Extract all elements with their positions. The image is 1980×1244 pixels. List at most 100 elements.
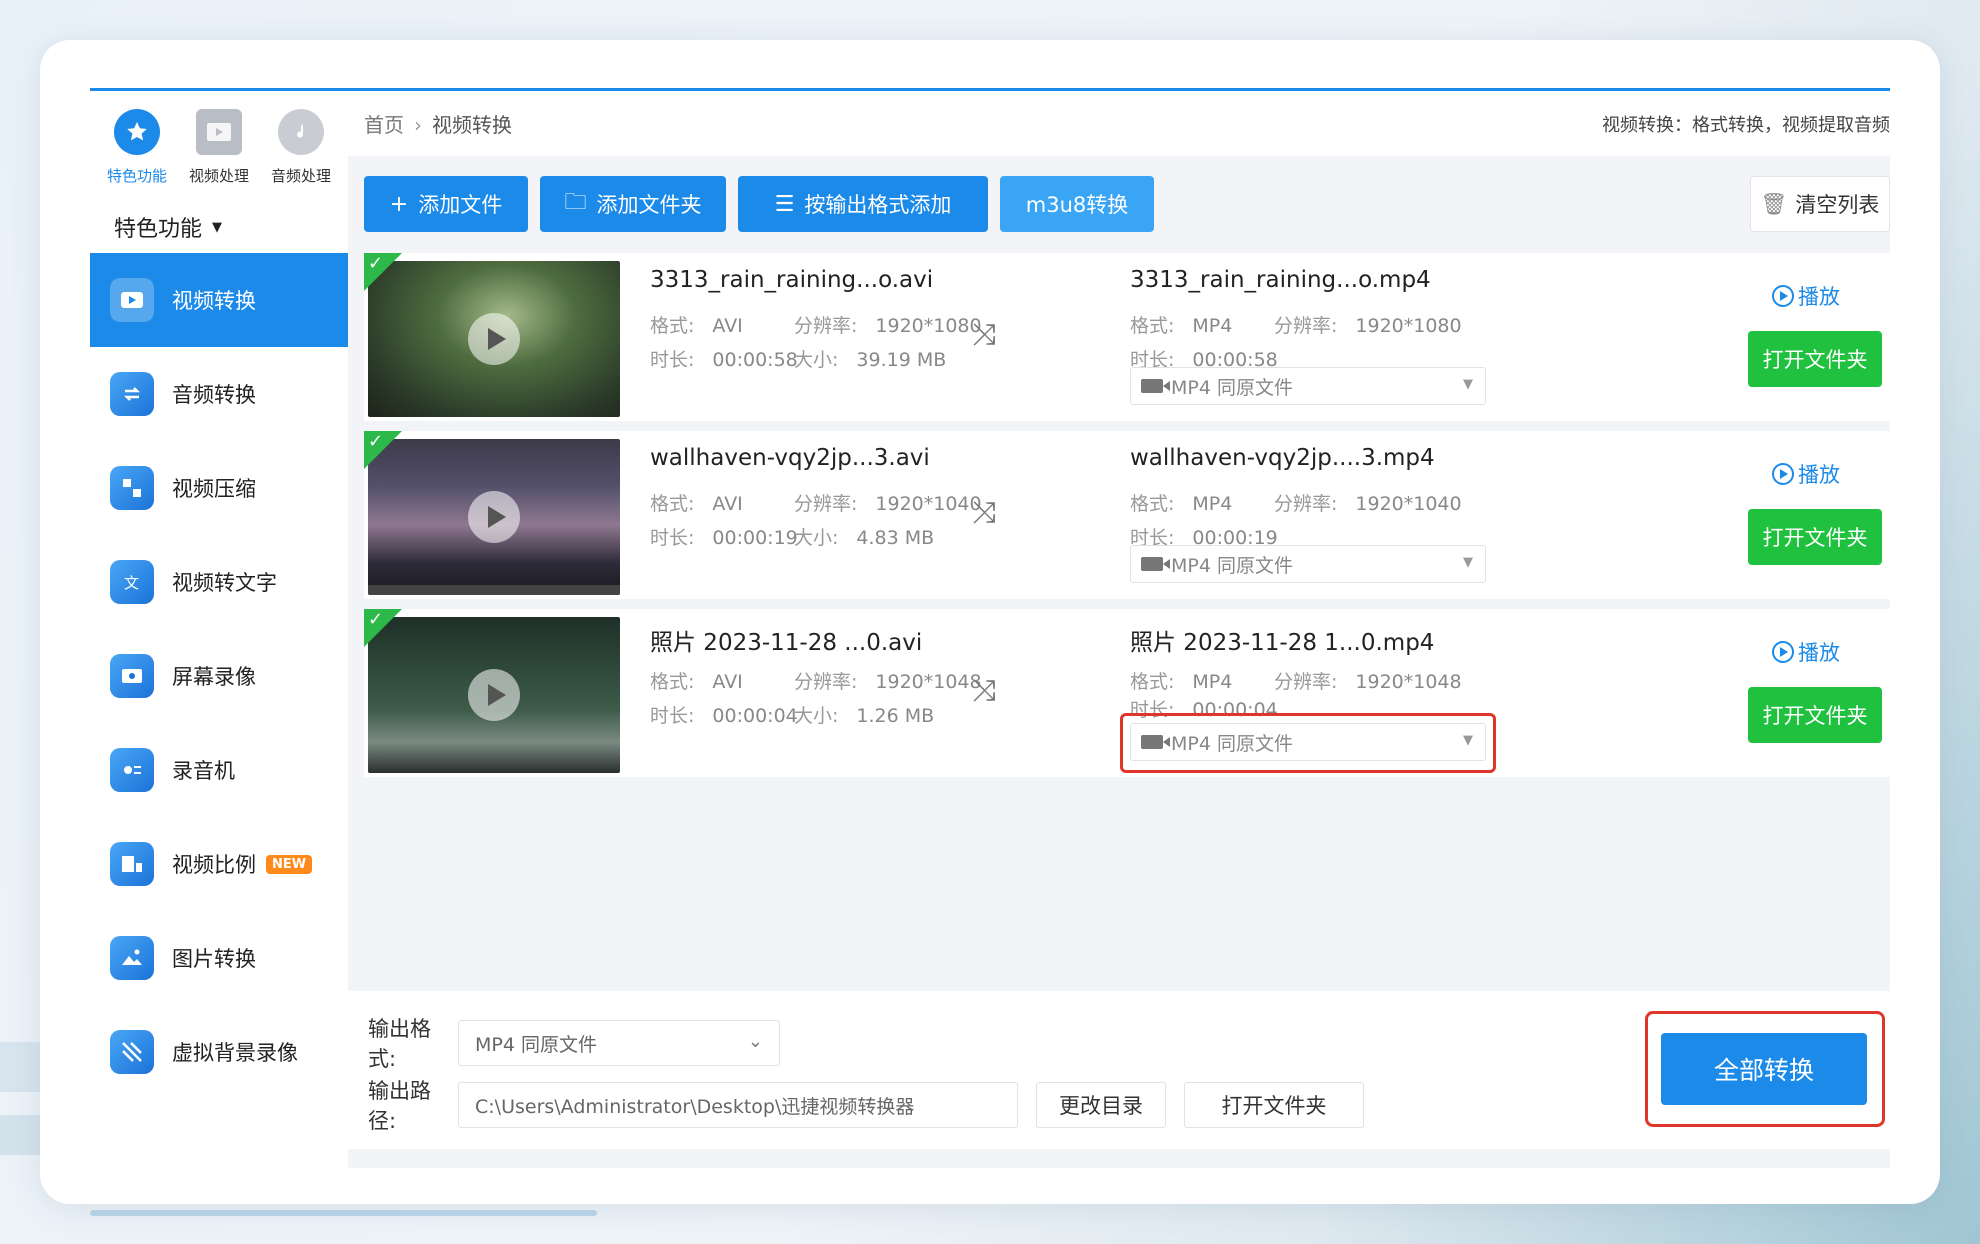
recorder-icon xyxy=(110,748,154,792)
output-format-select[interactable]: MP4 同原文件 ▼ xyxy=(1130,367,1486,405)
source-size: 大小: 39.19 MB xyxy=(794,349,947,371)
source-file-name: 照片 2023-11-28 ...0.avi xyxy=(650,630,923,656)
breadcrumb-bar: 首页 › 视频转换 视频转换：格式转换，视频提取音频 xyxy=(348,91,1890,156)
source-resolution: 分辨率: 1920*1048 xyxy=(794,671,982,693)
file-list: ✓ 3313_rain_raining...o.avi 格式: AVI 分辨率: 1… xyxy=(364,253,1890,787)
video-thumbnail[interactable] xyxy=(368,261,620,417)
add-by-format-button[interactable]: ☰ 按输出格式添加 xyxy=(738,176,988,232)
source-resolution: 分辨率: 1920*1040 xyxy=(794,493,982,515)
sidebar-item-label: 图片转换 xyxy=(172,947,256,971)
caret-down-icon: ▼ xyxy=(212,219,223,235)
tab-featured[interactable]: 特色功能 xyxy=(96,109,178,201)
output-format: 格式: MP4 xyxy=(1130,315,1233,337)
output-resolution: 分辨率: 1920*1080 xyxy=(1274,315,1462,337)
convert-all-button[interactable]: 全部转换 xyxy=(1661,1033,1867,1105)
play-overlay-icon[interactable] xyxy=(468,669,520,721)
add-folder-button[interactable]: 🗀 添加文件夹 xyxy=(540,176,726,232)
shuffle-icon: ⤨ xyxy=(972,673,996,708)
tab-audio-processing-label: 音频处理 xyxy=(270,167,331,185)
section-dropdown[interactable]: 特色功能 ▼ xyxy=(90,201,348,253)
output-format-dropdown-value: MP4 同原文件 xyxy=(475,1033,597,1056)
aspect-ratio-icon xyxy=(110,842,154,886)
open-folder-button[interactable]: 打开文件夹 xyxy=(1748,687,1882,743)
output-format-dropdown[interactable]: MP4 同原文件 ⌄ xyxy=(458,1020,780,1066)
open-folder-button[interactable]: 打开文件夹 xyxy=(1748,331,1882,387)
clear-list-label: 清空列表 xyxy=(1795,193,1880,217)
source-duration: 时长: 00:00:19 xyxy=(650,527,798,549)
m3u8-convert-button[interactable]: m3u8转换 xyxy=(1000,176,1154,232)
list-item: ✓ 3313_rain_raining...o.avi 格式: AVI 分辨率: 1… xyxy=(364,253,1890,421)
app-window: 特色功能 视频处理 音频处理 特色功能 ▼ 视频转换 音频转换 视频压缩 文 视… xyxy=(90,88,1890,1168)
open-folder-button[interactable]: 打开文件夹 xyxy=(1748,509,1882,565)
play-overlay-icon[interactable] xyxy=(468,491,520,543)
output-format-select[interactable]: MP4 同原文件 ▼ xyxy=(1130,723,1486,761)
svg-text:文: 文 xyxy=(124,574,139,592)
list-icon: ☰ xyxy=(774,191,795,217)
sidebar-item-video-compress[interactable]: 视频压缩 xyxy=(90,441,348,535)
play-label: 播放 xyxy=(1798,463,1840,487)
sidebar-item-label: 视频比例 xyxy=(172,853,256,877)
open-folder-label: 打开文件夹 xyxy=(1762,526,1868,550)
open-output-folder-label: 打开文件夹 xyxy=(1221,1094,1327,1118)
play-button[interactable]: 播放 xyxy=(1772,459,1840,489)
tab-video-processing[interactable]: 视频处理 xyxy=(178,109,260,201)
source-format: 格式: AVI xyxy=(650,671,743,693)
output-format-select-value: MP4 同原文件 xyxy=(1171,732,1293,755)
output-file-name: 照片 2023-11-28 1...0.mp4 xyxy=(1130,630,1435,656)
tab-video-processing-label: 视频处理 xyxy=(188,167,249,185)
source-resolution: 分辨率: 1920*1080 xyxy=(794,315,982,337)
sidebar-item-audio-convert[interactable]: 音频转换 xyxy=(90,347,348,441)
convert-all-label: 全部转换 xyxy=(1713,1056,1814,1085)
clear-list-button[interactable]: 🗑 清空列表 xyxy=(1750,176,1890,232)
sidebar-item-label: 录音机 xyxy=(172,759,235,783)
tab-featured-label: 特色功能 xyxy=(106,167,167,185)
folder-icon: 🗀 xyxy=(564,190,587,215)
sidebar-item-video-convert[interactable]: 视频转换 xyxy=(90,253,348,347)
tab-audio-processing[interactable]: 音频处理 xyxy=(260,109,342,201)
list-item: ✓ 照片 2023-11-28 ...0.avi 格式: AVI 分辨率: 1920… xyxy=(364,609,1890,777)
main-panel: 首页 › 视频转换 视频转换：格式转换，视频提取音频 + 添加文件 🗀 添加文件夹 ☰ 按… xyxy=(348,91,1890,1168)
open-output-folder-button[interactable]: 打开文件夹 xyxy=(1184,1082,1364,1128)
play-button[interactable]: 播放 xyxy=(1772,281,1840,311)
video-to-text-icon: 文 xyxy=(110,560,154,604)
play-button[interactable]: 播放 xyxy=(1772,637,1840,667)
change-directory-button[interactable]: 更改目录 xyxy=(1036,1082,1166,1128)
video-thumbnail[interactable] xyxy=(368,617,620,773)
add-folder-label: 添加文件夹 xyxy=(596,193,702,217)
dropdown-arrow-icon: ▼ xyxy=(1463,377,1473,392)
sidebar-item-label: 视频转文字 xyxy=(172,571,277,595)
screen-record-icon xyxy=(110,654,154,698)
output-path-field[interactable]: C:\Users\Administrator\Desktop\迅捷视频转换器 xyxy=(458,1082,1018,1128)
sidebar-item-label: 音频转换 xyxy=(172,383,256,407)
audio-convert-icon xyxy=(110,372,154,416)
breadcrumb-home[interactable]: 首页 xyxy=(364,113,404,137)
sidebar-item-aspect-ratio[interactable]: 视频比例 NEW xyxy=(90,817,348,911)
breadcrumb-separator: › xyxy=(414,113,422,137)
sidebar-item-screen-record[interactable]: 屏幕录像 xyxy=(90,629,348,723)
sidebar-item-image-convert[interactable]: 图片转换 xyxy=(90,911,348,1005)
open-folder-label: 打开文件夹 xyxy=(1762,704,1868,728)
change-directory-label: 更改目录 xyxy=(1059,1094,1143,1118)
output-duration: 时长: 00:00:04 xyxy=(1130,699,1278,721)
play-label: 播放 xyxy=(1798,641,1840,665)
dropdown-arrow-icon: ▼ xyxy=(1463,733,1473,748)
output-format-label: 输出格式: xyxy=(368,1017,431,1071)
source-duration: 时长: 00:00:04 xyxy=(650,705,798,727)
sidebar-item-virtual-bg[interactable]: 虚拟背景录像 xyxy=(90,1005,348,1099)
sidebar-item-video-to-text[interactable]: 文 视频转文字 xyxy=(90,535,348,629)
play-overlay-icon[interactable] xyxy=(468,313,520,365)
source-duration: 时长: 00:00:58 xyxy=(650,349,798,371)
camera-icon xyxy=(1141,735,1170,749)
add-file-button[interactable]: + 添加文件 xyxy=(364,176,528,232)
sidebar-item-label: 视频压缩 xyxy=(172,477,256,501)
add-by-format-label: 按输出格式添加 xyxy=(804,193,952,217)
star-icon xyxy=(114,109,160,155)
source-format: 格式: AVI xyxy=(650,315,743,337)
sidebar-item-recorder[interactable]: 录音机 xyxy=(90,723,348,817)
camera-icon xyxy=(1141,379,1170,393)
output-path-row: 输出路径: C:\Users\Administrator\Desktop\迅捷视… xyxy=(368,1075,1364,1135)
output-format-select[interactable]: MP4 同原文件 ▼ xyxy=(1130,545,1486,583)
video-thumbnail[interactable] xyxy=(368,439,620,595)
output-format: 格式: MP4 xyxy=(1130,493,1233,515)
virtual-bg-icon xyxy=(110,1030,154,1074)
